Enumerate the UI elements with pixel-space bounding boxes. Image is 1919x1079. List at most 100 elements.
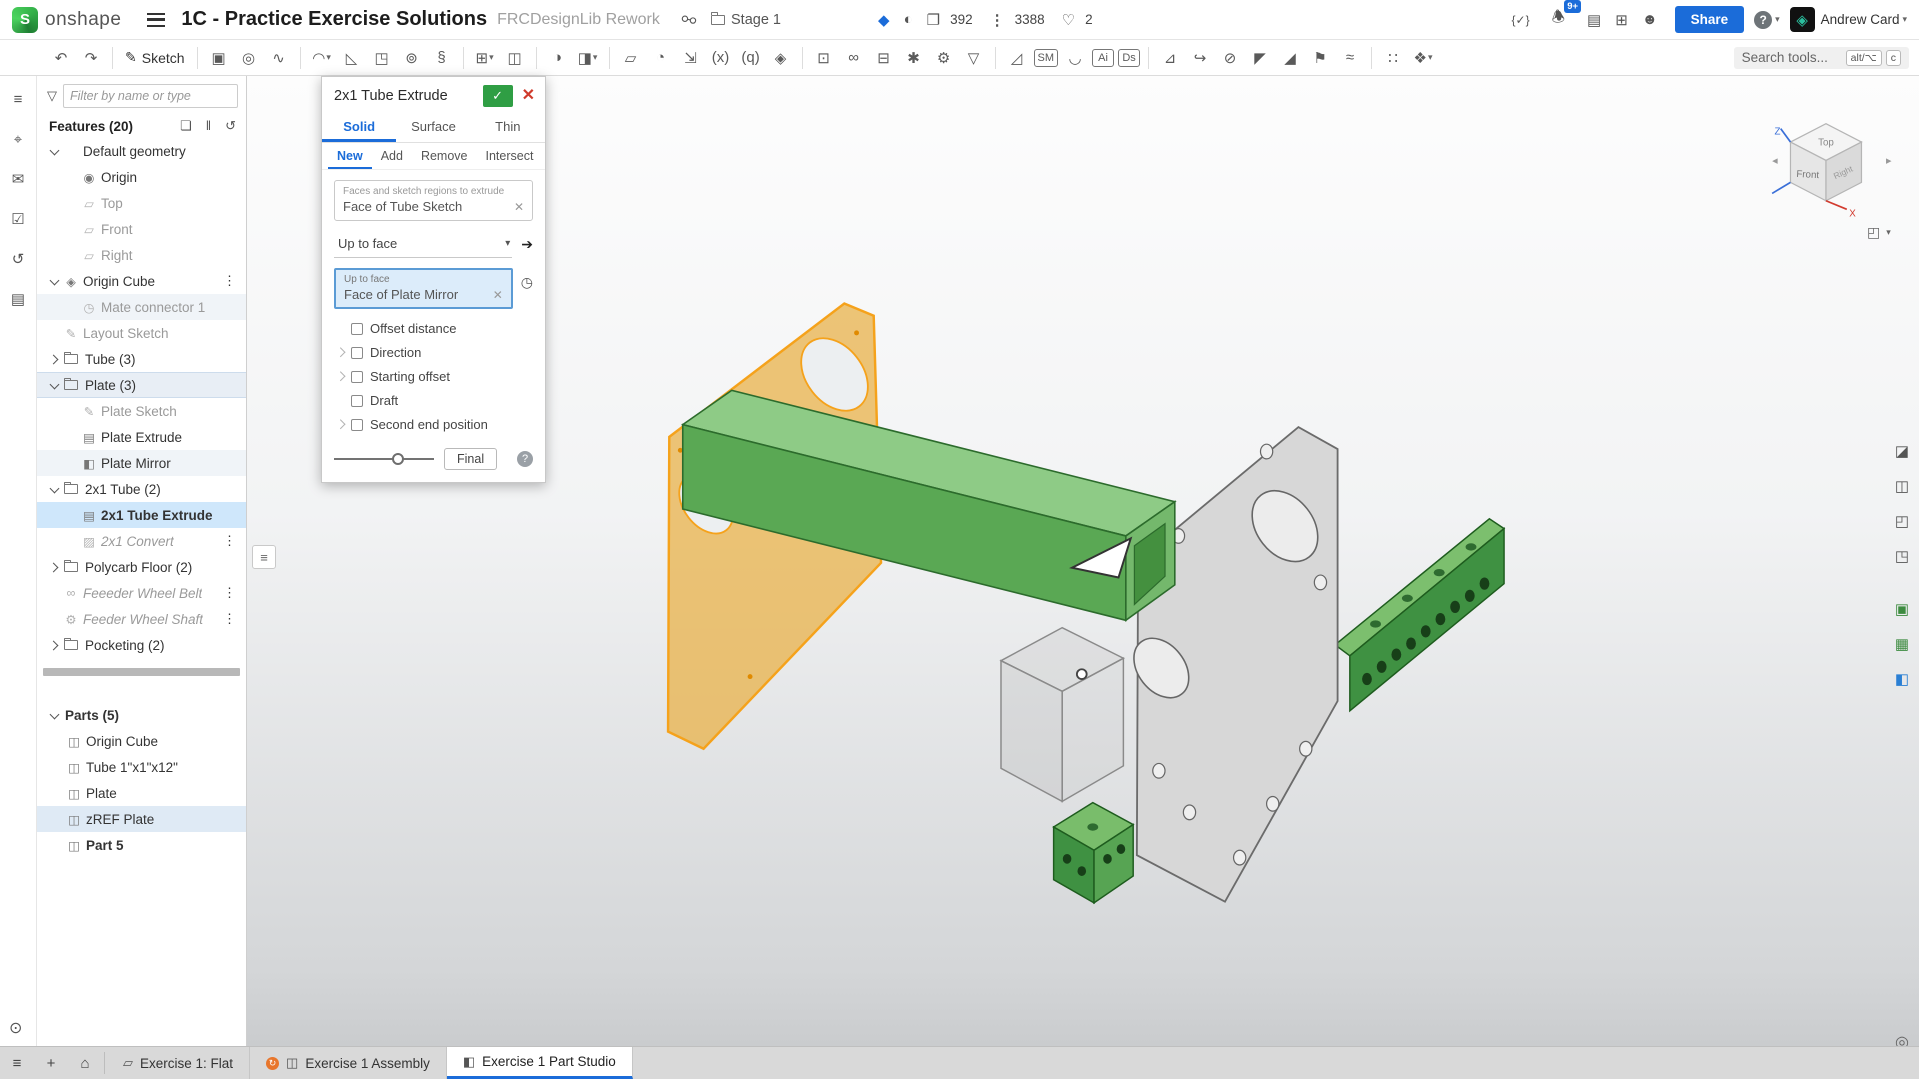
option-starting-offset[interactable]: Starting offset (334, 365, 533, 388)
link-icon[interactable]: ☍ (677, 8, 700, 31)
part-item-origin-cube[interactable]: ◫Origin Cube (37, 728, 246, 754)
chevron-down-icon[interactable] (47, 144, 62, 159)
chevron-right-icon[interactable] (334, 346, 348, 360)
overflow-menu-icon[interactable]: ⋮ (223, 585, 236, 601)
primitive-tool-icon[interactable]: ◈ (768, 45, 794, 71)
green-punched-rail[interactable] (1335, 519, 1504, 711)
checkbox-draft[interactable] (351, 395, 363, 407)
option-direction[interactable]: Direction (334, 341, 533, 364)
named-views-icon[interactable]: ◰ (1889, 508, 1915, 534)
feature-item-pocketing-2[interactable]: Pocketing (2) (37, 632, 246, 658)
split-tool-icon[interactable]: ◨▾ (575, 45, 601, 71)
render-mode-icon[interactable]: ◫ (1889, 473, 1915, 499)
tool-search[interactable]: alt/⌥ c (1734, 47, 1909, 69)
main-menu-icon[interactable] (147, 13, 165, 27)
overflow-menu-icon[interactable]: ⋮ (223, 611, 236, 627)
overflow-menu-icon[interactable]: ⋮ (223, 533, 236, 549)
undo-icon[interactable]: ↶ (48, 45, 74, 71)
user-avatar[interactable]: ◈ (1790, 7, 1815, 32)
add-tab-icon[interactable]: + (34, 1047, 68, 1079)
dialog-help-icon[interactable]: ? (517, 451, 533, 467)
pattern-tool-icon[interactable]: ⊞▾ (472, 45, 498, 71)
update-badge-icon[interactable]: ↻ (266, 1057, 279, 1070)
sheet-metal-flange-icon[interactable]: ◡ (1062, 45, 1088, 71)
green-tube-stub[interactable] (1054, 803, 1134, 903)
flip-direction-icon[interactable]: ➔ (521, 236, 533, 253)
feature-dialog-flyout-handle[interactable]: ≡ (252, 545, 276, 569)
cancel-button[interactable]: ✕ (522, 88, 535, 104)
rotate-left-icon[interactable]: ◂ (1772, 155, 1778, 167)
option-second-end-position[interactable]: Second end position (334, 413, 533, 436)
tab-thin[interactable]: Thin (471, 113, 545, 142)
sketch-button[interactable]: ✎ Sketch (125, 49, 185, 66)
share-button[interactable]: Share (1675, 6, 1745, 33)
tab-add[interactable]: Add (372, 143, 412, 169)
hidden-items-eye-icon[interactable]: ◎ (1895, 1032, 1909, 1046)
feature-item-2x1-tube-2[interactable]: 2x1 Tube (2) (37, 476, 246, 502)
finish-tool-icon[interactable]: ⚑ (1307, 45, 1333, 71)
chevron-down-icon[interactable] (47, 708, 62, 723)
overflow-menu-icon[interactable]: ⋮ (223, 273, 236, 289)
parts-header[interactable]: Parts (5) (37, 702, 246, 728)
part-item-zref-plate[interactable]: ◫zREF Plate (37, 806, 246, 832)
view-cube[interactable]: Top Front Right Z X ◂ ▸ (1772, 124, 1892, 220)
like-icon[interactable]: ♡ (1062, 11, 1075, 29)
home-icon[interactable]: ⌂ (68, 1047, 102, 1079)
option-draft[interactable]: Draft (334, 389, 533, 412)
feature-item-mate-connector-1[interactable]: ◷Mate connector 1 (37, 294, 246, 320)
confirm-button[interactable]: ✓ (483, 85, 513, 107)
tab-manager-icon[interactable]: ≡ (0, 1047, 34, 1079)
move-face-tool-icon[interactable]: ↪ (1187, 45, 1213, 71)
up-to-face-field[interactable]: Up to face Face of Plate Mirror ✕ (334, 268, 513, 309)
feature-item-feeder-wheel-shaft[interactable]: ⚙Feeder Wheel Shaft⋮ (37, 606, 246, 632)
tab-solid[interactable]: Solid (322, 113, 396, 142)
search-input[interactable] (1742, 50, 1842, 65)
feature-item-polycarb-floor-2[interactable]: Polycarb Floor (2) (37, 554, 246, 580)
mate-connector-icon[interactable]: ◷ (521, 274, 533, 291)
user-name[interactable]: Andrew Card (1821, 12, 1900, 27)
variable-tool-icon[interactable]: (x) (708, 45, 734, 71)
app-store-icon[interactable]: ⊞ (1615, 11, 1628, 29)
follow-mode-panel-icon[interactable]: ☑ (5, 206, 31, 232)
feature-item-2x1-convert[interactable]: ▨2x1 Convert⋮ (37, 528, 246, 554)
slider-knob[interactable] (392, 453, 404, 465)
helix-tool-icon[interactable]: ◔ (648, 45, 674, 71)
custom-robot-tool-icon[interactable]: ⊡ (811, 45, 837, 71)
option-offset-distance[interactable]: Offset distance (334, 317, 533, 340)
plane-tool-icon[interactable]: ▱ (618, 45, 644, 71)
chevron-right-icon[interactable] (334, 370, 348, 384)
chevron-down-icon[interactable] (47, 378, 62, 393)
curve-tool-icon[interactable]: ≈ (1337, 45, 1363, 71)
notifications-bell[interactable]: 🕭 9+ (1545, 7, 1572, 32)
tab-intersect[interactable]: Intersect (477, 143, 543, 169)
checkbox-second-end-position[interactable] (351, 419, 363, 431)
sheet-metal-model-icon[interactable]: SM (1034, 49, 1059, 67)
comments-panel-icon[interactable]: ✉ (5, 166, 31, 192)
chamfer-tool-icon[interactable]: ◺ (339, 45, 365, 71)
feature-item-layout-sketch[interactable]: ✎Layout Sketch (37, 320, 246, 346)
onshape-logo[interactable]: S onshape (12, 7, 121, 33)
features-scrollbar[interactable] (43, 668, 240, 676)
chevron-right-icon[interactable] (334, 418, 348, 432)
replace-face-tool-icon[interactable]: ◤ (1247, 45, 1273, 71)
chevron-down-icon[interactable] (47, 482, 62, 497)
rollback-slider[interactable] (334, 458, 434, 460)
section-view-icon[interactable]: ◪ (1889, 438, 1915, 464)
feature-item-tube-3[interactable]: Tube (3) (37, 346, 246, 372)
feature-item-plate-sketch[interactable]: ✎Plate Sketch (37, 398, 246, 424)
checkbox-offset-distance[interactable] (351, 323, 363, 335)
fillet-tool-icon[interactable]: ◠▾ (309, 45, 335, 71)
clear-selection-icon[interactable]: ✕ (514, 200, 524, 214)
tab-surface[interactable]: Surface (396, 113, 470, 142)
transform-tool-icon[interactable]: ⇲ (678, 45, 704, 71)
sprocket-tool-icon[interactable]: ✱ (901, 45, 927, 71)
viewcube-front-label[interactable]: Front (1796, 169, 1820, 181)
feature-item-plate-mirror[interactable]: ◧Plate Mirror (37, 450, 246, 476)
sweep-tool-icon[interactable]: ∿ (266, 45, 292, 71)
viewcube-top-label[interactable]: Top (1818, 138, 1834, 149)
feature-item-feeeder-wheel-belt[interactable]: ∞Feeeder Wheel Belt⋮ (37, 580, 246, 606)
thread-tool-icon[interactable]: § (429, 45, 455, 71)
design-studio-tool-icon[interactable]: Ds (1118, 49, 1140, 67)
hole-tool-icon[interactable]: ⊚ (399, 45, 425, 71)
help-icon[interactable]: ? (1754, 11, 1772, 29)
